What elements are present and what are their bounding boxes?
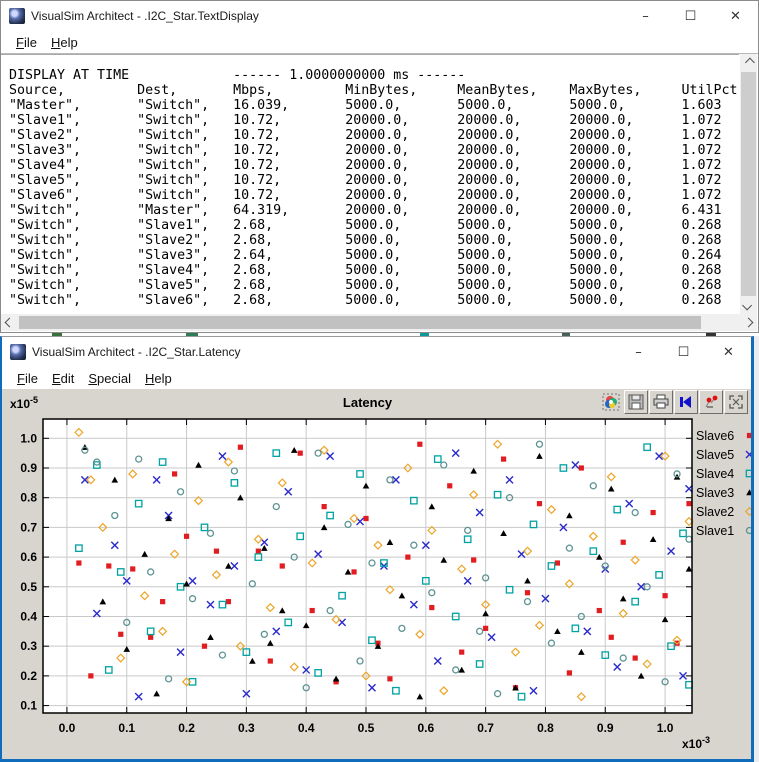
chevron-right-icon [744, 318, 754, 328]
maximize-button[interactable]: ☐ [661, 337, 706, 367]
svg-text:1.0: 1.0 [20, 431, 37, 445]
svg-text:0.6: 0.6 [417, 721, 434, 735]
reset-axes-icon[interactable] [674, 390, 698, 414]
horizontal-scrollbar[interactable] [1, 314, 757, 331]
print-icon[interactable] [649, 390, 673, 414]
legend: Slave6 Slave5 Slave4 Slave3 Slave2 Slave1 [696, 426, 751, 540]
x-axis-unit-label: x10-3 [682, 735, 710, 751]
svg-text:0.6: 0.6 [20, 550, 37, 564]
legend-item-slave3: Slave3 [696, 483, 751, 502]
svg-text:0.1: 0.1 [20, 699, 37, 713]
text-display-window: VisualSim Architect - .I2C_Star.TextDisp… [0, 0, 759, 333]
menu-bar: File Help [1, 31, 758, 54]
filled-triangle-marker-icon [742, 485, 751, 500]
svg-text:0.2: 0.2 [20, 669, 37, 683]
desktop: { "window_controls": {"minimize": "–", "… [0, 0, 759, 762]
svg-text:0.4: 0.4 [298, 721, 315, 735]
vertical-scroll-thumb[interactable] [741, 72, 756, 296]
vertical-scrollbar[interactable] [740, 54, 757, 314]
plot-canvas[interactable]: 0.0 0.1 0.2 0.3 0.4 0.5 0.6 0.7 0.8 0.9 1.0 1.0 0.9 0… [2, 389, 751, 759]
horizontal-scroll-thumb[interactable] [19, 316, 701, 329]
minimize-button[interactable]: – [623, 1, 668, 31]
title-bar: VisualSim Architect - .I2C_Star.TextDisp… [1, 1, 758, 31]
open-diamond-marker-icon [742, 504, 751, 519]
fullscreen-icon[interactable] [724, 390, 748, 414]
svg-text:0.3: 0.3 [20, 639, 37, 653]
menu-special[interactable]: Special [81, 369, 138, 388]
svg-text:0.0: 0.0 [59, 721, 76, 735]
svg-text:0.7: 0.7 [477, 721, 494, 735]
datapoints-icon[interactable] [699, 390, 723, 414]
chevron-up-icon [745, 58, 755, 68]
scroll-up-button[interactable] [740, 54, 757, 71]
save-icon[interactable] [624, 390, 648, 414]
text-display-area: DISPLAY AT TIME ------ 1.0000000000 ms -… [1, 54, 739, 314]
open-circle-marker-icon [742, 523, 751, 538]
plot-title: Latency [43, 395, 692, 410]
svg-text:0.4: 0.4 [20, 609, 37, 623]
legend-label: Slave6 [696, 429, 738, 443]
open-square-marker-icon [742, 466, 751, 481]
legend-item-slave2: Slave2 [696, 502, 751, 521]
title-bar: VisualSim Architect - .I2C_Star.Latency … [2, 337, 751, 367]
palette-icon[interactable] [599, 390, 623, 414]
maximize-button[interactable]: ☐ [668, 1, 713, 31]
svg-text:0.8: 0.8 [537, 721, 554, 735]
menu-help[interactable]: Help [138, 369, 179, 388]
menu-file[interactable]: File [9, 33, 44, 52]
legend-label: Slave2 [696, 505, 738, 519]
svg-text:0.3: 0.3 [238, 721, 255, 735]
svg-text:0.5: 0.5 [358, 721, 375, 735]
scroll-left-button[interactable] [1, 314, 18, 331]
svg-text:0.7: 0.7 [20, 520, 37, 534]
chevron-down-icon [742, 301, 752, 311]
svg-text:0.9: 0.9 [597, 721, 614, 735]
y-axis-unit-label: x10-5 [10, 395, 38, 411]
svg-text:1.0: 1.0 [657, 721, 674, 735]
menu-help[interactable]: Help [44, 33, 85, 52]
svg-text:0.8: 0.8 [20, 491, 37, 505]
app-icon [10, 344, 26, 360]
menu-bar: File Edit Special Help [2, 367, 751, 390]
plot-panel: x10-5 Latency 0.00.10.20.30.40.50.60.70.… [2, 389, 751, 759]
svg-text:0.5: 0.5 [20, 580, 37, 594]
window-title: VisualSim Architect - .I2C_Star.TextDisp… [31, 9, 259, 23]
svg-text:0.1: 0.1 [118, 721, 135, 735]
x-marker-icon [742, 447, 751, 462]
legend-item-slave5: Slave5 [696, 445, 751, 464]
legend-label: Slave5 [696, 448, 738, 462]
chevron-left-icon [5, 318, 15, 328]
legend-item-slave1: Slave1 [696, 521, 751, 540]
latency-plot-window: VisualSim Architect - .I2C_Star.Latency … [0, 336, 754, 762]
svg-text:0.2: 0.2 [178, 721, 195, 735]
filled-square-marker-icon [742, 428, 751, 443]
text-display-content: DISPLAY AT TIME ------ 1.0000000000 ms -… [1, 55, 739, 308]
menu-edit[interactable]: Edit [45, 369, 81, 388]
legend-label: Slave3 [696, 486, 738, 500]
minimize-button[interactable]: – [616, 337, 661, 367]
legend-item-slave4: Slave4 [696, 464, 751, 483]
plot-toolbar [599, 390, 748, 414]
window-title: VisualSim Architect - .I2C_Star.Latency [32, 345, 241, 359]
menu-file[interactable]: File [10, 369, 45, 388]
close-button[interactable]: ✕ [706, 337, 751, 367]
legend-label: Slave4 [696, 467, 738, 481]
svg-text:0.9: 0.9 [20, 461, 37, 475]
app-icon [9, 8, 25, 24]
legend-label: Slave1 [696, 524, 738, 538]
close-button[interactable]: ✕ [713, 1, 758, 31]
scroll-down-button[interactable] [740, 297, 757, 314]
legend-item-slave6: Slave6 [696, 426, 751, 445]
scroll-right-button[interactable] [740, 314, 757, 331]
